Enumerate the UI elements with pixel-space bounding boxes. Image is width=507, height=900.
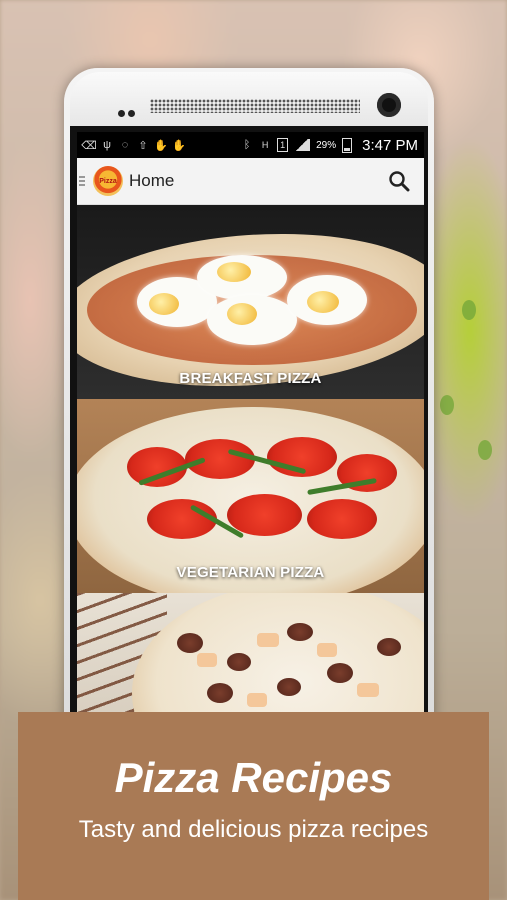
recipe-label: VEGETARIAN PIZZA — [176, 564, 325, 581]
logo-text: Pizza — [99, 177, 117, 185]
hand-icon: ✋ — [154, 139, 168, 152]
search-icon[interactable] — [388, 170, 410, 192]
recipe-card-breakfast[interactable]: BREAKFAST PIZZA — [77, 205, 424, 399]
promo-banner: Pizza Recipes Tasty and delicious pizza … — [18, 712, 489, 900]
upload-icon: ⇧ — [138, 139, 148, 152]
sensor-dots — [118, 104, 138, 122]
banner-title: Pizza Recipes — [114, 754, 393, 801]
app-logo[interactable]: Pizza — [93, 166, 123, 196]
h-signal-icon: H — [261, 140, 269, 150]
bluetooth-icon: ᛒ — [243, 139, 251, 151]
recipe-label: BREAKFAST PIZZA — [179, 370, 322, 387]
page-title: Home — [129, 171, 175, 190]
back-icon: ⌫ — [81, 139, 97, 152]
battery-icon — [342, 137, 353, 153]
recipe-card-vegetarian[interactable]: VEGETARIAN PIZZA — [77, 399, 424, 593]
clock: 3:47 PM — [362, 136, 418, 154]
battery-percent: 29% — [316, 139, 337, 151]
usb-icon: ψ — [103, 139, 111, 151]
phone-top-bezel — [70, 72, 428, 128]
signal-icon — [294, 139, 311, 151]
menu-icon[interactable] — [79, 174, 85, 188]
sim-1-icon: 1 — [277, 138, 289, 152]
banner-subtitle: Tasty and delicious pizza recipes — [78, 816, 429, 843]
speaker-grille — [150, 99, 360, 113]
whatsapp-icon: ◌ — [121, 139, 129, 151]
phone-screen: ⌫ ψ ◌ ⇧ ✋ ✋ ᛒ H 1 29% 3:47 PM Pizza Home — [77, 132, 424, 712]
front-camera — [377, 93, 401, 117]
status-bar: ⌫ ψ ◌ ⇧ ✋ ✋ ᛒ H 1 29% 3:47 PM — [77, 132, 424, 158]
hand-icon: ✋ — [172, 139, 186, 152]
recipe-card-third[interactable] — [77, 593, 424, 712]
app-bar: Pizza Home — [77, 158, 424, 205]
